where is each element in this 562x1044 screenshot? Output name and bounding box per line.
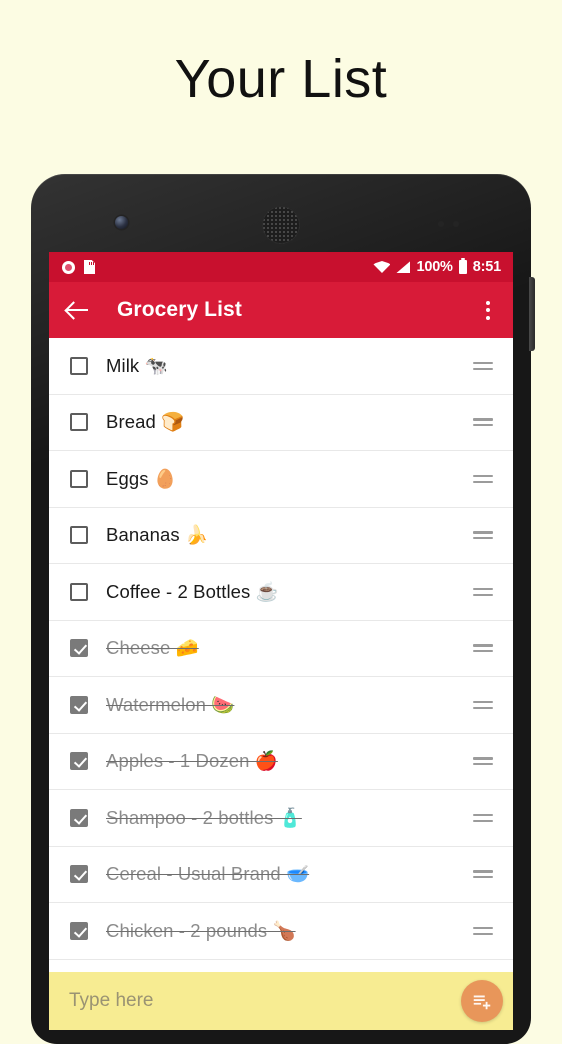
status-bar-left bbox=[62, 260, 95, 274]
item-checkbox[interactable] bbox=[70, 639, 88, 658]
drag-handle-icon[interactable] bbox=[473, 360, 493, 372]
item-checkbox[interactable] bbox=[70, 356, 88, 375]
wifi-icon bbox=[373, 261, 391, 273]
item-checkbox[interactable] bbox=[70, 469, 88, 488]
phone-frame: 100% 8:51 Grocery List Milk 🐄 Bread 🍞 Eggs… bbox=[31, 174, 535, 1044]
item-label: Eggs 🥚 bbox=[106, 467, 177, 489]
app-bar: Grocery List bbox=[49, 282, 513, 338]
drag-handle-icon[interactable] bbox=[473, 925, 493, 937]
item-label: Apples - 1 Dozen 🍎 bbox=[106, 750, 278, 772]
back-arrow-icon[interactable] bbox=[65, 297, 91, 323]
item-checkbox[interactable] bbox=[70, 752, 88, 771]
item-checkbox[interactable] bbox=[70, 695, 88, 714]
drag-handle-icon[interactable] bbox=[473, 868, 493, 880]
list-item[interactable]: Cheese 🧀 bbox=[49, 620, 513, 677]
battery-icon bbox=[458, 257, 467, 274]
drag-handle-icon[interactable] bbox=[473, 755, 493, 767]
item-label: Shampoo - 2 bottles 🧴 bbox=[106, 806, 302, 828]
signal-icon bbox=[396, 261, 411, 273]
clock-label: 8:51 bbox=[472, 259, 501, 275]
grocery-list[interactable]: Milk 🐄 Bread 🍞 Eggs 🥚 Bananas 🍌 Coffee - 2 B… bbox=[49, 338, 513, 1030]
list-item[interactable]: Watermelon 🍉 bbox=[49, 677, 513, 734]
status-bar-right: 100% 8:51 bbox=[373, 257, 501, 275]
status-bar: 100% 8:51 bbox=[49, 252, 513, 282]
drag-handle-icon[interactable] bbox=[473, 473, 493, 485]
record-icon bbox=[62, 260, 75, 274]
page-title: Your List bbox=[174, 49, 388, 109]
item-checkbox[interactable] bbox=[70, 526, 88, 545]
drag-handle-icon[interactable] bbox=[473, 586, 493, 598]
list-item[interactable]: Coffee - 2 Bottles ☕ bbox=[49, 564, 513, 621]
overflow-menu-icon[interactable] bbox=[477, 297, 499, 323]
item-label: Bread 🍞 bbox=[106, 411, 185, 433]
item-label: Chicken - 2 pounds 🍗 bbox=[106, 919, 296, 941]
compose-bar bbox=[49, 972, 513, 1030]
list-item[interactable]: Chicken - 2 pounds 🍗 bbox=[49, 903, 513, 960]
phone-hardware-row bbox=[31, 202, 531, 252]
item-label: Coffee - 2 Bottles ☕ bbox=[106, 580, 279, 602]
list-item[interactable]: Milk 🐄 bbox=[49, 338, 513, 395]
drag-handle-icon[interactable] bbox=[473, 699, 493, 711]
list-item[interactable]: Apples - 1 Dozen 🍎 bbox=[49, 733, 513, 790]
item-label: Cheese 🧀 bbox=[106, 637, 199, 659]
sd-card-icon bbox=[84, 260, 95, 274]
item-label: Watermelon 🍉 bbox=[106, 693, 235, 715]
phone-screen: 100% 8:51 Grocery List Milk 🐄 Bread 🍞 Eggs… bbox=[49, 252, 513, 1030]
list-item[interactable]: Bananas 🍌 bbox=[49, 507, 513, 564]
playlist-add-icon bbox=[473, 995, 491, 1010]
list-item[interactable]: Bread 🍞 bbox=[49, 394, 513, 451]
item-label: Cereal - Usual Brand 🥣 bbox=[106, 863, 310, 885]
battery-percent-label: 100% bbox=[416, 259, 453, 275]
power-button[interactable] bbox=[529, 277, 535, 351]
item-checkbox[interactable] bbox=[70, 808, 88, 827]
drag-handle-icon[interactable] bbox=[473, 642, 493, 654]
item-checkbox[interactable] bbox=[70, 413, 88, 432]
list-item[interactable]: Eggs 🥚 bbox=[49, 451, 513, 508]
list-item[interactable]: Shampoo - 2 bottles 🧴 bbox=[49, 790, 513, 847]
drag-handle-icon[interactable] bbox=[473, 812, 493, 824]
item-checkbox[interactable] bbox=[70, 582, 88, 601]
new-item-input[interactable] bbox=[69, 990, 461, 1012]
front-camera-icon bbox=[115, 216, 128, 229]
item-label: Bananas 🍌 bbox=[106, 524, 209, 546]
item-checkbox[interactable] bbox=[70, 865, 88, 884]
drag-handle-icon[interactable] bbox=[473, 529, 493, 541]
item-checkbox[interactable] bbox=[70, 921, 88, 940]
item-label: Milk 🐄 bbox=[106, 354, 168, 376]
list-item[interactable]: Cereal - Usual Brand 🥣 bbox=[49, 846, 513, 903]
playlist-add-fab-button[interactable] bbox=[461, 980, 503, 1022]
sensor-dots bbox=[423, 221, 459, 227]
earpiece-speaker-icon bbox=[262, 206, 300, 244]
app-bar-title: Grocery List bbox=[117, 298, 242, 321]
drag-handle-icon[interactable] bbox=[473, 416, 493, 428]
